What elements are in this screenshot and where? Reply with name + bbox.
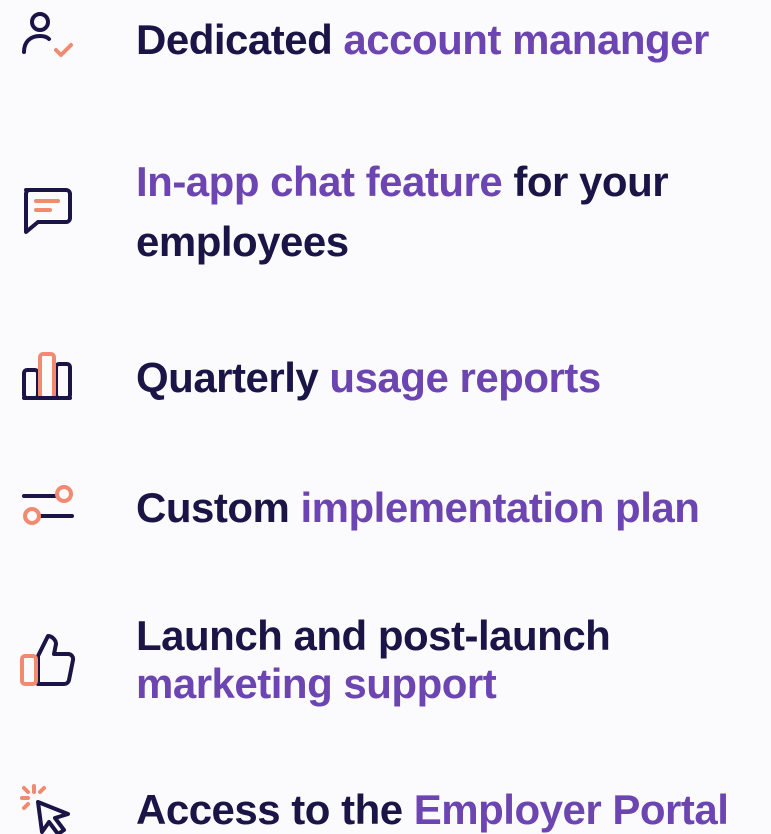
feature-text-accent: implementation plan [300,484,700,531]
cursor-click-icon [14,780,78,834]
feature-text-accent: account mananger [343,16,709,63]
feature-text-dark: Quarterly [136,354,330,401]
feature-text: Quarterly usage reports [136,354,601,402]
feature-text-accent: In-app chat feature [136,158,503,205]
feature-text-accent: Employer Portal [413,786,729,833]
feature-text: Dedicated account mananger [136,16,709,64]
sliders-icon [14,474,78,538]
feature-text-accent: usage reports [329,354,601,401]
feature-text: Custom implementation plan [136,484,700,532]
feature-text: In-app chat feature for your [136,158,669,206]
feature-text-dark: Launch and post-launch [136,612,611,659]
feature-text-dark: Custom [136,484,301,531]
thumbs-up-icon [14,628,78,692]
feature-text: Access to the Employer Portal [136,786,729,834]
chat-bubble-icon [14,180,78,244]
feature-text-dark: Dedicated [136,16,344,63]
user-check-icon [14,6,78,70]
feature-text-line2: marketing support [136,660,497,708]
feature-text-line2: employees [136,218,349,266]
feature-text-dark: for your [502,158,669,205]
feature-text-dark: employees [136,218,349,265]
feature-text-dark: Access to the [136,786,414,833]
bar-chart-icon [14,344,78,408]
feature-text-accent: marketing support [136,660,497,707]
feature-text: Launch and post-launch [136,612,611,660]
